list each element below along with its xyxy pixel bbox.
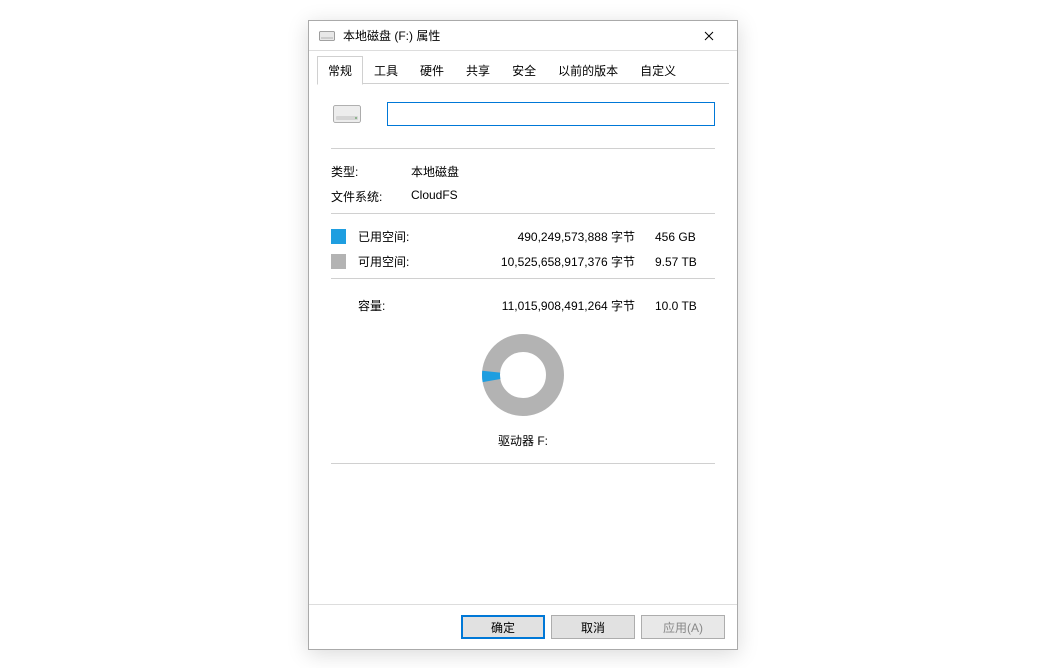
properties-dialog: 本地磁盘 (F:) 属性 常规 工具 硬件 共享 安全 以前的版本 自定义 类型 bbox=[308, 20, 738, 650]
tab-sharing[interactable]: 共享 bbox=[455, 56, 501, 85]
tab-content-general: 类型: 本地磁盘 文件系统: CloudFS 已用空间: 490,249,573… bbox=[309, 84, 737, 604]
free-space-row: 可用空间: 10,525,658,917,376 字节 9.57 TB bbox=[331, 249, 715, 274]
capacity-human: 10.0 TB bbox=[655, 299, 715, 313]
used-space-swatch bbox=[331, 229, 346, 244]
drive-label: 驱动器 F: bbox=[498, 432, 548, 449]
used-space-label: 已用空间: bbox=[358, 228, 423, 245]
tab-customize[interactable]: 自定义 bbox=[629, 56, 687, 85]
divider bbox=[331, 148, 715, 149]
capacity-label: 容量: bbox=[358, 297, 423, 314]
window-title: 本地磁盘 (F:) 属性 bbox=[343, 27, 689, 44]
close-button[interactable] bbox=[689, 22, 729, 50]
free-space-bytes: 10,525,658,917,376 字节 bbox=[423, 253, 655, 270]
tab-tools[interactable]: 工具 bbox=[363, 56, 409, 85]
titlebar: 本地磁盘 (F:) 属性 bbox=[309, 21, 737, 51]
divider bbox=[331, 213, 715, 214]
free-space-swatch bbox=[331, 254, 346, 269]
tab-strip: 常规 工具 硬件 共享 安全 以前的版本 自定义 bbox=[309, 51, 737, 84]
type-label: 类型: bbox=[331, 163, 411, 180]
used-space-human: 456 GB bbox=[655, 230, 715, 244]
used-space-bytes: 490,249,573,888 字节 bbox=[423, 228, 655, 245]
button-bar: 确定 取消 应用(A) bbox=[309, 604, 737, 649]
tab-security[interactable]: 安全 bbox=[501, 56, 547, 85]
free-space-human: 9.57 TB bbox=[655, 255, 715, 269]
capacity-row: 容量: 11,015,908,491,264 字节 10.0 TB bbox=[331, 289, 715, 318]
divider bbox=[331, 463, 715, 464]
volume-name-row bbox=[331, 102, 715, 126]
free-space-label: 可用空间: bbox=[358, 253, 423, 270]
tab-previous-versions[interactable]: 以前的版本 bbox=[547, 56, 629, 85]
ok-button[interactable]: 确定 bbox=[461, 615, 545, 639]
apply-button[interactable]: 应用(A) bbox=[641, 615, 725, 639]
tab-hardware[interactable]: 硬件 bbox=[409, 56, 455, 85]
capacity-bytes: 11,015,908,491,264 字节 bbox=[423, 297, 655, 314]
drive-icon bbox=[319, 31, 335, 41]
filesystem-label: 文件系统: bbox=[331, 188, 411, 205]
divider bbox=[331, 278, 715, 279]
tab-general[interactable]: 常规 bbox=[317, 56, 363, 85]
cancel-button[interactable]: 取消 bbox=[551, 615, 635, 639]
type-value: 本地磁盘 bbox=[411, 163, 715, 180]
type-row: 类型: 本地磁盘 bbox=[331, 159, 715, 184]
drive-large-icon bbox=[331, 105, 363, 123]
filesystem-row: 文件系统: CloudFS bbox=[331, 184, 715, 209]
used-space-row: 已用空间: 490,249,573,888 字节 456 GB bbox=[331, 224, 715, 249]
volume-name-input[interactable] bbox=[387, 102, 715, 126]
filesystem-value: CloudFS bbox=[411, 188, 715, 205]
usage-donut-chart bbox=[480, 332, 566, 418]
usage-donut-wrap: 驱动器 F: bbox=[331, 332, 715, 449]
